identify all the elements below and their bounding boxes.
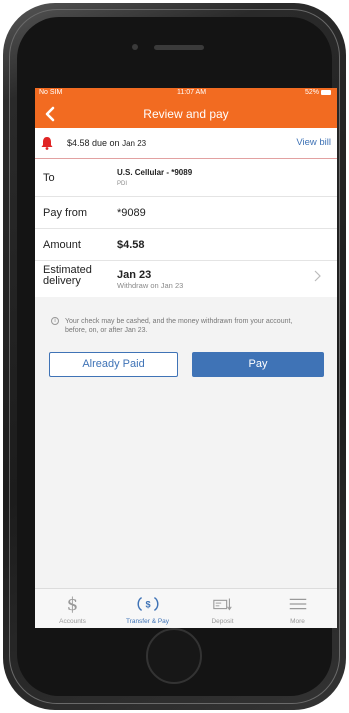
home-button[interactable] bbox=[146, 628, 202, 684]
amount-value: $4.58 bbox=[117, 239, 145, 251]
already-paid-button[interactable]: Already Paid bbox=[49, 352, 178, 377]
svg-text:$: $ bbox=[145, 600, 150, 610]
page-title: Review and pay bbox=[143, 107, 229, 121]
battery-percent: 52% bbox=[304, 89, 319, 96]
tab-deposit-label: Deposit bbox=[211, 618, 234, 625]
front-camera bbox=[132, 44, 138, 50]
dollar-icon: $ bbox=[66, 594, 79, 615]
withdrawal-notice: i Your check may be cashed, and the mone… bbox=[35, 314, 337, 342]
payee-name: U.S. Cellular - *9089 bbox=[117, 168, 193, 177]
app-screen: No SIM 11:07 AM 52% Review and pay $4.58… bbox=[35, 88, 337, 628]
battery-icon bbox=[321, 89, 331, 95]
chevron-right-icon bbox=[314, 270, 321, 282]
bill-due-banner: $4.58 due on Jan 23 View bill bbox=[35, 128, 337, 159]
tab-accounts-label: Accounts bbox=[59, 618, 86, 625]
delivery-label: Estimated delivery bbox=[43, 265, 92, 287]
tab-more-label: More bbox=[290, 618, 305, 625]
tab-transfer-pay-label: Transfer & Pay bbox=[125, 618, 170, 625]
amount-label: Amount bbox=[43, 239, 81, 251]
check-deposit-icon bbox=[213, 598, 232, 611]
earpiece-speaker bbox=[154, 45, 204, 50]
carrier-text: No SIM bbox=[39, 89, 63, 96]
nav-bar: Review and pay bbox=[35, 100, 337, 128]
bell-icon bbox=[41, 137, 53, 150]
tab-bar: $ Accounts $ Transfer & Pay Deposit More bbox=[35, 588, 337, 628]
pay-from-account: *9089 bbox=[117, 207, 146, 219]
clock-text: 11:07 AM bbox=[177, 89, 207, 96]
pay-from-label: Pay from bbox=[43, 207, 88, 219]
status-bar: No SIM 11:07 AM 52% bbox=[35, 88, 337, 100]
bill-due-amount: $4.58 due on bbox=[67, 138, 120, 148]
view-bill-link[interactable]: View bill bbox=[296, 137, 331, 148]
notice-text: Your check may be cashed, and the money … bbox=[65, 318, 293, 334]
withdraw-date: Withdraw on Jan 23 bbox=[117, 281, 184, 290]
delivery-label-line2: delivery bbox=[43, 275, 81, 287]
battery-indicator: 52% bbox=[305, 89, 331, 96]
delivery-date: Jan 23 bbox=[117, 269, 152, 281]
menu-icon bbox=[289, 598, 307, 610]
pay-from-row: Pay from *9089 bbox=[35, 197, 337, 229]
tab-deposit[interactable]: Deposit bbox=[185, 589, 260, 628]
payee-row: To U.S. Cellular - *9089 PDI bbox=[35, 159, 337, 197]
bill-due-date: Jan 23 bbox=[122, 139, 147, 148]
to-label: To bbox=[43, 172, 55, 184]
transfer-pay-icon: $ bbox=[137, 596, 159, 612]
tab-more[interactable]: More bbox=[260, 589, 335, 628]
amount-row: Amount $4.58 bbox=[35, 229, 337, 261]
payee-sub: PDI bbox=[117, 181, 128, 187]
delivery-row[interactable]: Estimated delivery Jan 23 Withdraw on Ja… bbox=[35, 261, 337, 297]
bill-due-text: $4.58 due on Jan 23 bbox=[67, 138, 146, 148]
pay-button[interactable]: Pay bbox=[192, 352, 324, 377]
tab-transfer-pay[interactable]: $ Transfer & Pay bbox=[110, 589, 185, 628]
info-icon: i bbox=[51, 317, 59, 325]
tab-accounts[interactable]: $ Accounts bbox=[35, 589, 110, 628]
